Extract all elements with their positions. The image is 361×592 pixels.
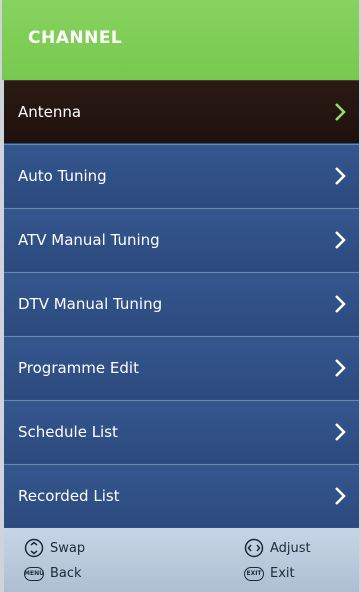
menu-item-label: Programme Edit — [18, 359, 139, 377]
hint-adjust-label: Adjust — [270, 540, 311, 556]
hint-back: MENU Back — [24, 566, 82, 581]
key-hint-bar: Swap Adjust MENU Back EXIT Exit — [4, 528, 359, 592]
chevron-right-icon — [335, 231, 346, 249]
hint-swap-label: Swap — [50, 540, 86, 556]
tv-menu-screen: CHANNEL Antenna Auto Tuning ATV Manual T… — [0, 0, 361, 592]
menu-item-dtv-manual-tuning[interactable]: DTV Manual Tuning — [4, 272, 359, 335]
chevron-right-icon — [335, 359, 346, 377]
menu-item-programme-edit[interactable]: Programme Edit — [4, 336, 359, 399]
menu-item-schedule-list[interactable]: Schedule List — [4, 400, 359, 463]
up-down-nav-icon — [24, 538, 44, 558]
menu-item-label: Auto Tuning — [18, 167, 107, 185]
menu-item-label: Schedule List — [18, 423, 118, 441]
menu-key-icon: MENU — [24, 566, 44, 581]
menu-item-recorded-list[interactable]: Recorded List — [4, 464, 359, 527]
chevron-right-icon — [335, 423, 346, 441]
menu-item-label: DTV Manual Tuning — [18, 295, 163, 313]
hint-exit-label: Exit — [270, 566, 295, 581]
channel-menu: Antenna Auto Tuning ATV Manual Tuning DT… — [4, 80, 359, 528]
menu-item-atv-manual-tuning[interactable]: ATV Manual Tuning — [4, 208, 359, 271]
hint-exit: EXIT Exit — [244, 566, 295, 581]
menu-header: CHANNEL — [2, 0, 359, 80]
hint-back-label: Back — [50, 566, 82, 581]
hint-swap: Swap — [24, 538, 85, 558]
chevron-right-icon — [335, 103, 346, 121]
hint-adjust: Adjust — [244, 538, 311, 558]
menu-item-label: Recorded List — [18, 487, 120, 505]
chevron-right-icon — [335, 167, 346, 185]
menu-item-auto-tuning[interactable]: Auto Tuning — [4, 144, 359, 207]
menu-item-antenna[interactable]: Antenna — [4, 80, 359, 143]
chevron-right-icon — [335, 295, 346, 313]
chevron-right-icon — [335, 487, 346, 505]
left-right-nav-icon — [244, 538, 264, 558]
menu-title: CHANNEL — [28, 28, 123, 48]
exit-key-icon: EXIT — [244, 566, 264, 581]
menu-item-label: ATV Manual Tuning — [18, 231, 160, 249]
menu-item-label: Antenna — [18, 103, 82, 121]
